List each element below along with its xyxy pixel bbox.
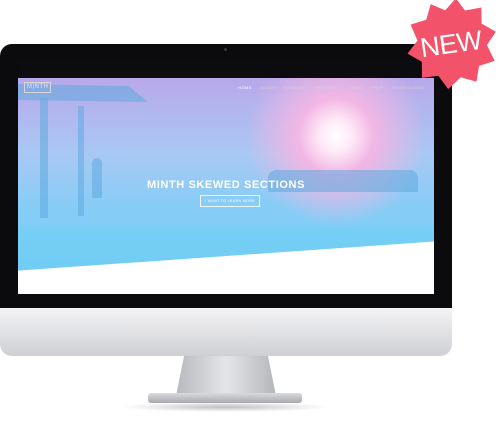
monitor-screen: M|NTH HOME PAGES FEATURES PORTFOLIO BLOG…: [18, 60, 434, 294]
silhouette-person: [92, 158, 102, 198]
nav-item-shop[interactable]: SHOP: [371, 85, 384, 90]
nav-item-features[interactable]: FEATURES: [283, 85, 307, 90]
monitor-chin: [0, 308, 452, 356]
camera-dot: [224, 48, 227, 51]
site-logo[interactable]: M|NTH: [24, 82, 52, 93]
silhouette-pole: [40, 98, 48, 218]
nav-item-blog[interactable]: BLOG: [350, 85, 363, 90]
monitor-stand-neck: [176, 356, 276, 396]
stand-shadow: [120, 402, 330, 412]
monitor-stand-base: [148, 393, 302, 403]
nav-item-home[interactable]: HOME: [238, 85, 252, 90]
hero-section: M|NTH HOME PAGES FEATURES PORTFOLIO BLOG…: [18, 78, 434, 294]
nav-item-portfolio[interactable]: PORTFOLIO: [316, 85, 343, 90]
learn-more-button[interactable]: I WANT TO LEARN MORE: [200, 195, 260, 207]
silhouette-pole: [78, 106, 84, 216]
nav-item-shortcodes[interactable]: SHORTCODES: [392, 85, 424, 90]
hero-title: MINTH SKEWED SECTIONS: [146, 179, 306, 191]
nav-item-pages[interactable]: PAGES: [260, 85, 276, 90]
site-nav: HOME PAGES FEATURES PORTFOLIO BLOG SHOP …: [238, 85, 424, 90]
